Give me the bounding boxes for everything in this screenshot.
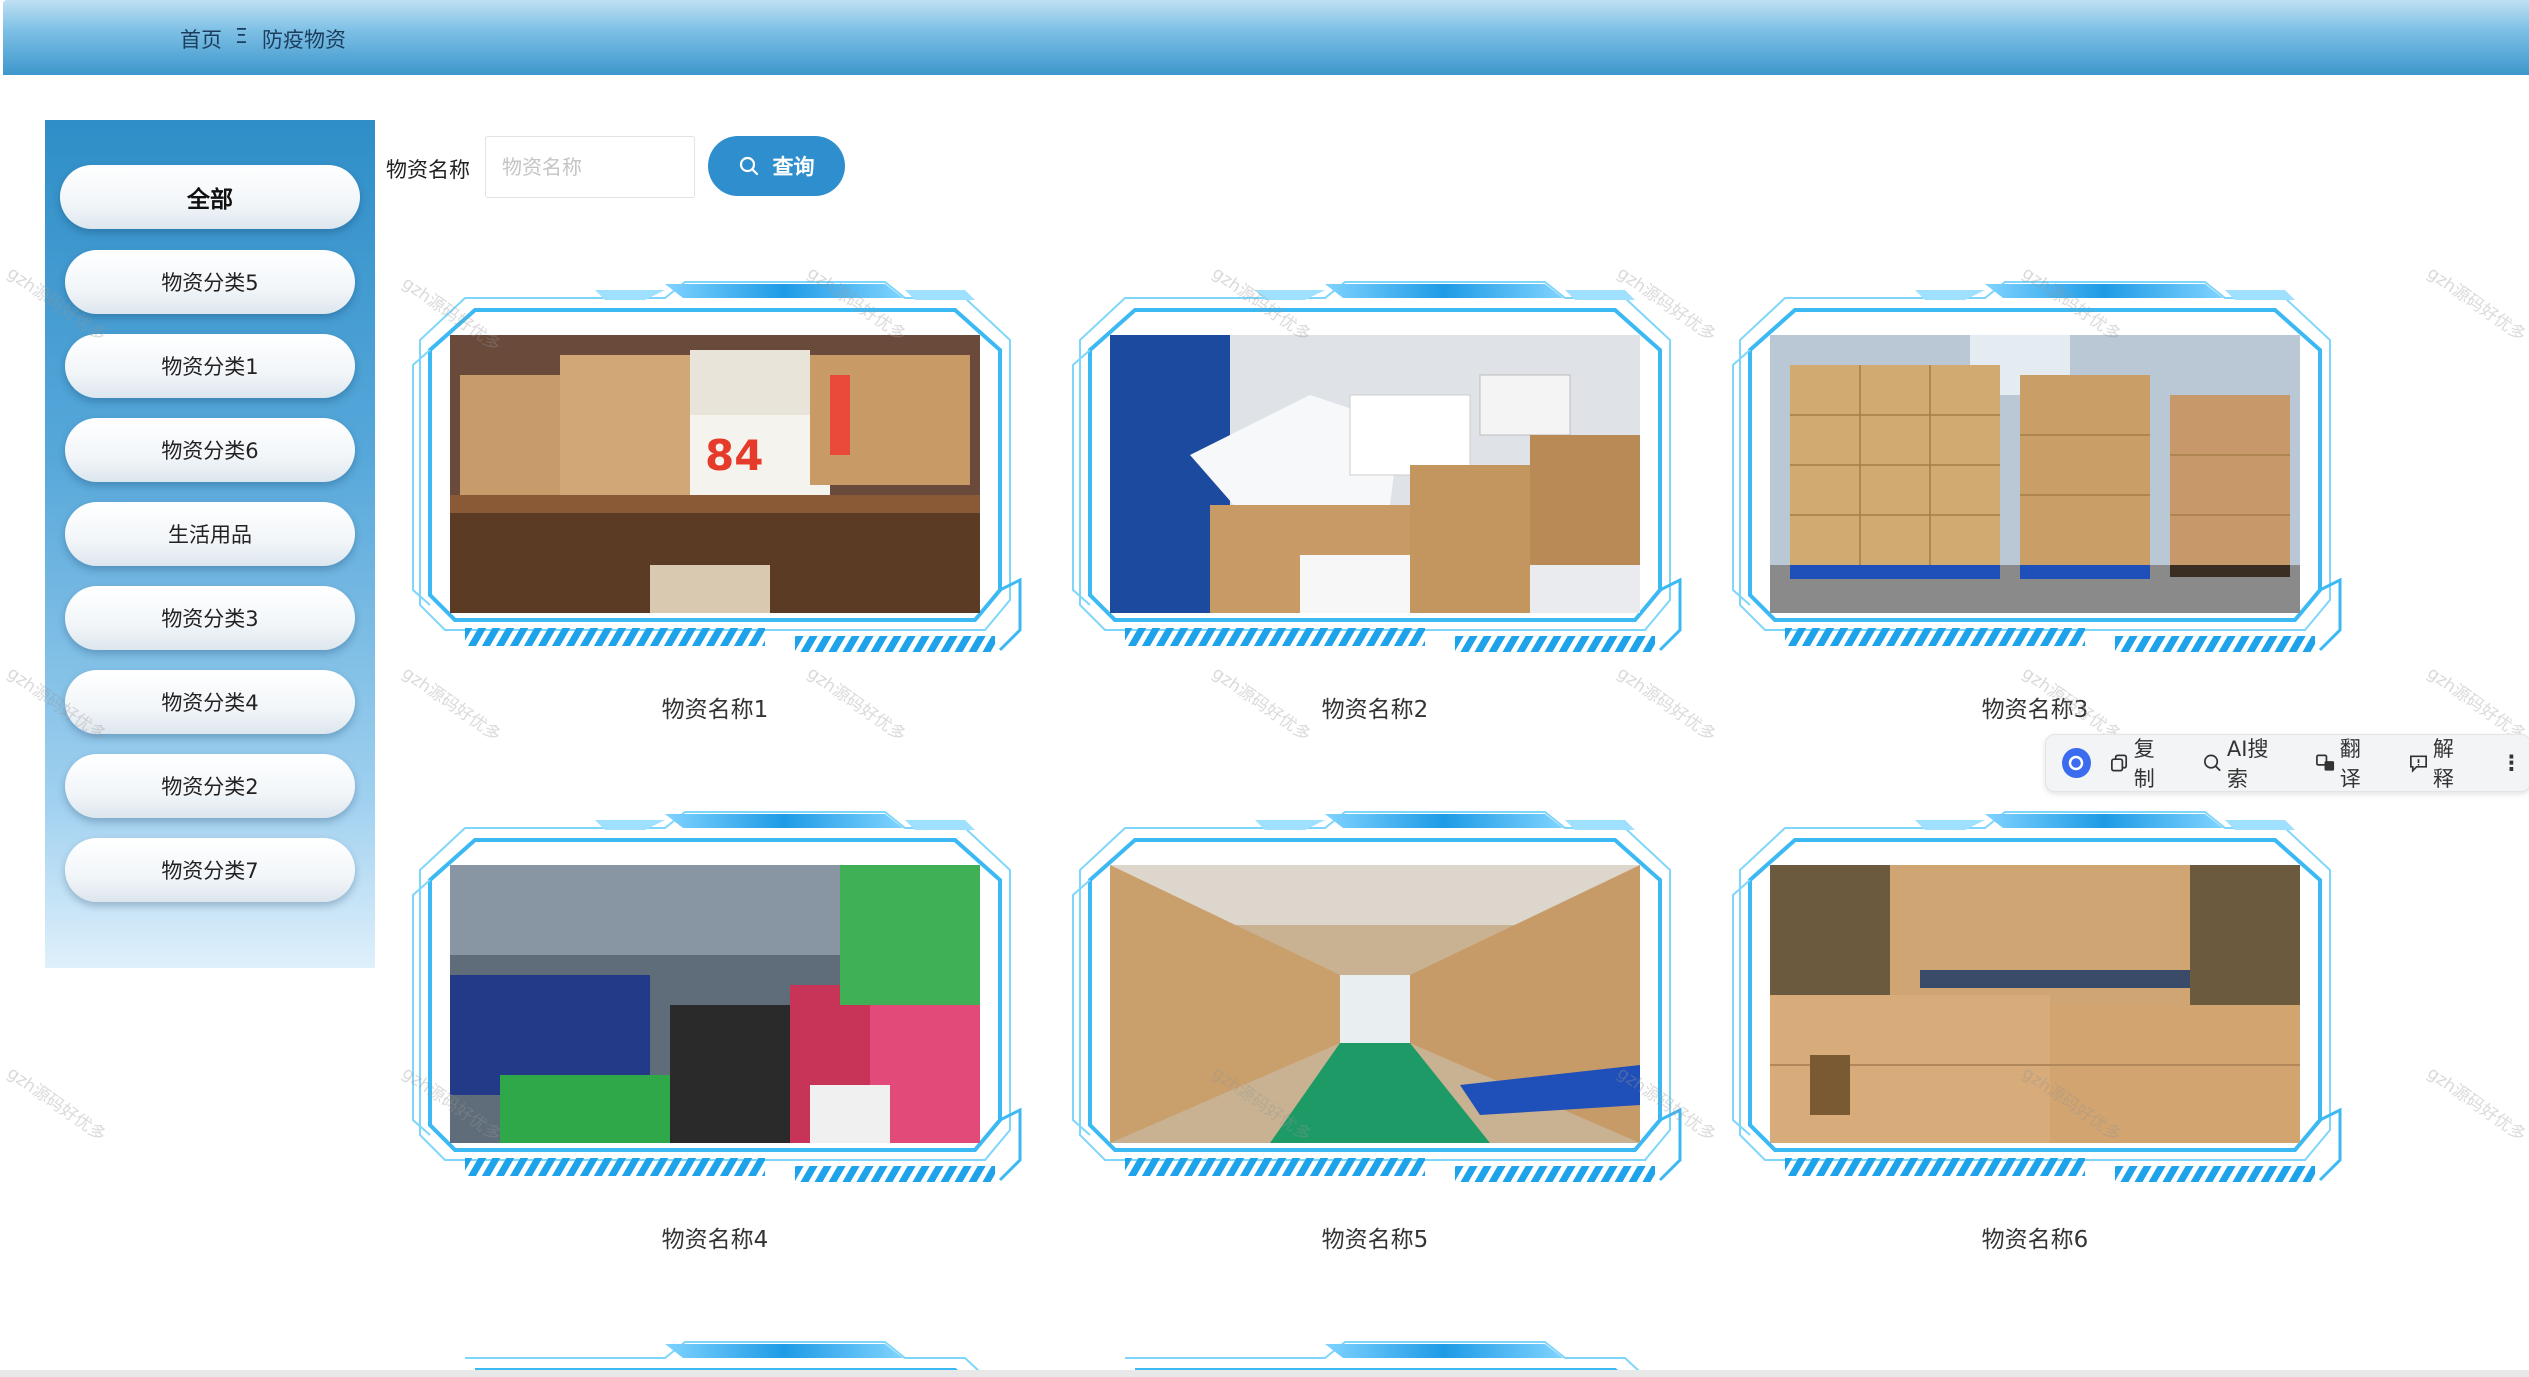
item-name: 物资名称3 <box>1981 697 2089 723</box>
bottom-border <box>0 1370 2529 1377</box>
breadcrumb-separator: Ξ <box>235 24 248 48</box>
item-photo <box>1110 865 1640 1143</box>
watermark: gzh源码好优多 <box>2423 263 2529 346</box>
item-card[interactable]: 物资名称3 <box>1725 270 2345 723</box>
ai-search-label: AI搜索 <box>2226 737 2269 791</box>
item-photo <box>450 865 980 1143</box>
top-bar <box>3 0 2529 75</box>
copy-button[interactable]: 复制 <box>2109 733 2174 793</box>
item-card[interactable]: 物资名称6 <box>1725 800 2345 1253</box>
breadcrumb-home[interactable]: 首页 <box>180 24 222 54</box>
category-all[interactable]: 全部 <box>60 165 360 229</box>
breadcrumb-current: 防疫物资 <box>262 28 346 52</box>
category-item[interactable]: 生活用品 <box>65 502 355 566</box>
selection-toolbar: 复制 AI搜索 翻译 解释 ⋮ <box>2045 734 2529 792</box>
item-photo <box>1770 335 2300 613</box>
item-photo: 84 <box>450 335 980 613</box>
item-name: 物资名称4 <box>661 1227 769 1253</box>
explain-icon <box>2409 755 2427 773</box>
svg-text:84: 84 <box>705 431 763 480</box>
category-item[interactable]: 物资分类7 <box>65 838 355 902</box>
translate-icon <box>2315 754 2334 771</box>
watermark: gzh源码好优多 <box>3 1063 110 1146</box>
item-name: 物资名称5 <box>1321 1227 1429 1253</box>
translate-label: 翻译 <box>2339 737 2361 791</box>
watermark: gzh源码好优多 <box>2423 1063 2529 1146</box>
item-card[interactable]: 物资名称5 <box>1065 800 1685 1253</box>
category-item[interactable]: 物资分类6 <box>65 418 355 482</box>
search-button-label: 查询 <box>772 155 815 179</box>
category-item[interactable]: 物资分类5 <box>65 250 355 314</box>
category-item[interactable]: 物资分类1 <box>65 334 355 398</box>
ai-search-button[interactable]: AI搜索 <box>2202 733 2287 793</box>
item-photo <box>1110 335 1640 613</box>
item-name: 物资名称2 <box>1321 697 1429 723</box>
category-sidebar: 全部 物资分类5 物资分类1 物资分类6 生活用品 物资分类3 物资分类4 物资… <box>45 120 375 968</box>
search-button[interactable]: 查询 <box>708 136 845 196</box>
copy-icon <box>2110 754 2127 772</box>
item-card[interactable]: 物资名称2 <box>1065 270 1685 723</box>
search-icon <box>2203 754 2221 772</box>
explain-label: 解释 <box>2432 737 2454 791</box>
item-photo <box>1770 865 2300 1143</box>
more-options-icon[interactable]: ⋮ <box>2501 751 2522 775</box>
translate-button[interactable]: 翻译 <box>2315 733 2380 793</box>
search-input[interactable] <box>485 136 695 198</box>
category-item[interactable]: 物资分类3 <box>65 586 355 650</box>
search-icon <box>739 156 758 176</box>
explain-button[interactable]: 解释 <box>2408 733 2473 793</box>
category-item[interactable]: 物资分类2 <box>65 754 355 818</box>
assistant-logo-icon[interactable] <box>2062 748 2091 778</box>
search-label: 物资名称 <box>386 158 470 182</box>
item-name: 物资名称6 <box>1981 1227 2089 1253</box>
copy-label: 复制 <box>2133 737 2155 791</box>
